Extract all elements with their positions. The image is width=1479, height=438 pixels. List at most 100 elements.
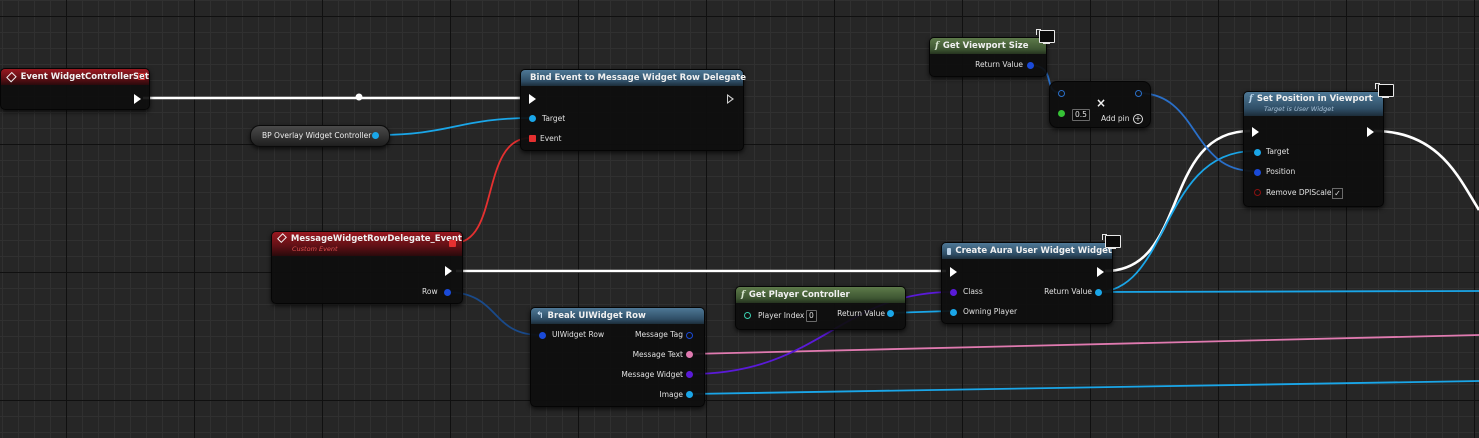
node-title: Event WidgetControllerSet [20,72,149,82]
object-wire [689,380,1479,395]
exec-wire [1373,129,1479,211]
bind-event-node[interactable]: Bind Event to Message Widget Row Delegat… [520,69,747,151]
break-struct-icon: ↰ [536,311,544,321]
exec-output-pin[interactable] [1367,127,1374,137]
exec-output-pin[interactable] [1097,267,1104,277]
image-pin[interactable] [686,391,693,398]
position-pin[interactable] [1254,169,1261,176]
multiply-icon: × [1096,96,1107,110]
return-value-pin[interactable] [1027,62,1034,69]
object-wire [377,117,533,136]
message-widget-pin[interactable] [686,371,693,378]
return-value-label: Return Value [975,60,1023,69]
return-value-pin[interactable] [1095,289,1102,296]
monitor-icon [1375,83,1394,98]
node-title: Get Player Controller [748,290,850,300]
image-label: Image [659,390,684,399]
delegate-output-pin[interactable] [138,73,145,80]
event-widget-controller-set-node[interactable]: Event WidgetControllerSet [0,68,150,110]
node-title: Create Aura User Widget Widget [955,246,1112,256]
owning-player-pin[interactable] [950,309,957,316]
multiplier-input[interactable]: 0.5 [1072,109,1090,121]
node-title: MessageWidgetRowDelegate_Event [290,234,462,244]
event-icon [6,71,17,83]
exec-output-pin[interactable] [445,266,452,276]
node-header: f Get Viewport Size [930,38,1046,54]
event-icon [277,233,287,243]
return-value-pin[interactable] [887,310,894,317]
wire-layer [143,64,1479,395]
object-wire [1096,150,1255,293]
position-pin-label: Position [1266,167,1296,176]
multiply-node[interactable]: × 0.5 Add pin + [1049,81,1151,128]
player-index-input[interactable]: 0 [806,310,817,322]
target-pin[interactable] [529,115,536,122]
vector-output-pin[interactable] [1135,90,1142,97]
create-widget-node[interactable]: Create Aura User Widget Widget Class Ret… [941,242,1113,324]
node-header: f Get Player Controller [736,287,905,303]
object-output-pin[interactable] [372,132,379,139]
remove-dpiscale-label: Remove DPIScale [1266,188,1332,197]
delegate-output-pin[interactable] [449,240,456,247]
node-header: Event WidgetControllerSet [1,69,149,85]
node-header: ↰ Break UIWidget Row [531,308,704,324]
get-player-controller-node[interactable]: f Get Player Controller Player Index 0 R… [735,286,906,330]
player-index-pin[interactable] [744,312,751,319]
reroute-knot[interactable] [355,93,363,101]
message-text-pin[interactable] [686,351,693,358]
get-viewport-size-node[interactable]: f Get Viewport Size Return Value [929,37,1047,77]
add-pin-icon[interactable]: + [1133,114,1143,124]
row-pin-label: Row [422,287,438,296]
custom-event-node[interactable]: MessageWidgetRowDelegate_Event Custom Ev… [271,231,463,304]
return-value-label: Return Value [837,309,885,318]
monitor-icon [1102,234,1121,249]
node-title: Break UIWidget Row [547,311,646,321]
object-wire [1096,290,1479,293]
exec-output-pin[interactable] [134,94,141,104]
class-pin[interactable] [950,289,957,296]
node-header: Bind Event to Message Widget Row Delegat… [521,70,747,86]
target-pin-label: Target [542,114,566,123]
node-subtitle: Target is User Widget [1264,105,1334,113]
row-output-pin[interactable] [444,289,451,296]
remove-dpiscale-checkbox[interactable]: ✓ [1332,188,1343,199]
node-title: Get Viewport Size [942,41,1029,51]
delegate-wire [453,137,531,244]
event-pin-label: Event [540,134,562,143]
uiwidget-row-input-pin[interactable] [539,332,546,339]
exec-input-pin[interactable] [529,94,536,104]
target-pin[interactable] [1254,149,1261,156]
remove-dpiscale-pin[interactable] [1254,189,1261,196]
float-input-pin[interactable] [1058,110,1065,117]
variable-label: BP Overlay Widget Controller [262,131,372,140]
target-pin-label: Target [1266,147,1290,156]
function-icon: f [1249,94,1253,104]
break-uiwidget-row-node[interactable]: ↰ Break UIWidget Row UIWidget Row Messag… [530,307,705,407]
node-subtitle: Custom Event [292,245,338,253]
message-widget-label: Message Widget [621,370,683,379]
function-icon: f [935,41,939,51]
message-tag-pin[interactable] [686,332,693,339]
function-icon: f [741,290,745,300]
node-header: MessageWidgetRowDelegate_Event Custom Ev… [272,232,462,256]
exec-wire [1104,129,1251,273]
owning-player-label: Owning Player [963,307,1018,316]
player-index-label: Player Index [758,311,805,320]
exec-input-pin[interactable] [1252,127,1259,137]
node-title: Bind Event to Message Widget Row Delegat… [530,73,747,83]
monitor-icon [1036,29,1055,44]
class-label: Class [963,287,983,296]
message-tag-label: Message Tag [635,330,683,339]
return-value-label: Return Value [1044,287,1092,296]
exec-output-pin[interactable] [727,94,734,104]
uiwidget-row-label: UIWidget Row [552,330,605,339]
add-pin-label[interactable]: Add pin [1101,114,1130,124]
bp-overlay-widget-controller-node[interactable]: BP Overlay Widget Controller [250,125,390,147]
message-text-label: Message Text [632,350,683,359]
node-header: Create Aura User Widget Widget [942,243,1112,259]
exec-input-pin[interactable] [950,267,957,277]
node-title: Set Position in Viewport [1256,94,1373,104]
set-position-in-viewport-node[interactable]: f Set Position in Viewport Target is Use… [1243,91,1384,207]
event-pin[interactable] [529,135,536,142]
vector-input-pin[interactable] [1058,90,1065,97]
